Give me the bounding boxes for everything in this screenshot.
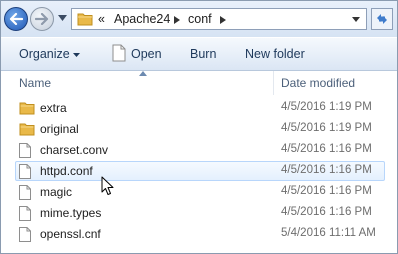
- open-document-icon: [112, 44, 126, 62]
- list-item[interactable]: magic 4/5/2016 1:16 PM: [1, 182, 397, 203]
- file-name: extra: [40, 101, 67, 115]
- file-name: magic: [40, 185, 73, 199]
- column-header: Name Date modified: [1, 71, 397, 95]
- breadcrumb-overflow[interactable]: «: [98, 12, 105, 26]
- file-name: openssl.cnf: [40, 227, 101, 241]
- list-item[interactable]: original 4/5/2016 1:19 PM: [1, 119, 397, 140]
- organize-button[interactable]: Organize: [19, 47, 70, 61]
- list-item[interactable]: charset.conv 4/5/2016 1:16 PM: [1, 140, 397, 161]
- refresh-button[interactable]: [371, 8, 393, 30]
- navigation-bar: « Apache24 conf: [1, 1, 397, 37]
- document-icon: [19, 143, 31, 158]
- address-dropdown-icon[interactable]: [352, 17, 360, 22]
- file-name: httpd.conf: [40, 164, 93, 178]
- explorer-window: « Apache24 conf Organize Open Burn New f…: [0, 0, 398, 254]
- column-divider[interactable]: [273, 71, 274, 95]
- file-date: 4/5/2016 1:19 PM: [281, 101, 372, 113]
- file-name: charset.conv: [40, 143, 109, 157]
- back-button[interactable]: [4, 7, 28, 31]
- document-icon: [19, 227, 31, 242]
- mouse-cursor-icon: [101, 176, 114, 195]
- history-dropdown-icon[interactable]: [58, 15, 67, 21]
- burn-button[interactable]: Burn: [190, 47, 216, 61]
- date-modified-column-header[interactable]: Date modified: [281, 76, 355, 90]
- list-item[interactable]: mime.types 4/5/2016 1:16 PM: [1, 203, 397, 224]
- file-name: original: [40, 122, 79, 136]
- file-name: mime.types: [40, 206, 102, 220]
- list-item[interactable]: openssl.cnf 5/4/2016 11:11 AM: [1, 224, 397, 245]
- file-date: 4/5/2016 1:16 PM: [281, 185, 372, 197]
- file-date: 4/5/2016 1:16 PM: [281, 206, 372, 218]
- document-icon: [19, 185, 31, 200]
- refresh-icon: [377, 14, 387, 24]
- open-button[interactable]: Open: [131, 47, 162, 61]
- file-list: extra 4/5/2016 1:19 PM original 4/5/2016…: [1, 98, 397, 245]
- back-arrow-icon: [9, 13, 23, 25]
- document-icon: [19, 164, 31, 179]
- document-icon: [19, 206, 31, 221]
- folder-icon: [19, 123, 35, 136]
- new-folder-button[interactable]: New folder: [245, 47, 305, 61]
- file-date: 4/5/2016 1:19 PM: [281, 122, 372, 134]
- breadcrumb-separator-icon[interactable]: [220, 16, 226, 24]
- folder-icon: [77, 13, 93, 26]
- name-column-header[interactable]: Name: [19, 76, 51, 90]
- file-date: 5/4/2016 11:11 AM: [281, 227, 376, 239]
- list-item-hovered[interactable]: httpd.conf 4/5/2016 1:16 PM: [1, 161, 397, 182]
- breadcrumb-separator-icon[interactable]: [174, 16, 180, 24]
- list-item[interactable]: extra 4/5/2016 1:19 PM: [1, 98, 397, 119]
- folder-icon: [19, 102, 35, 115]
- breadcrumb-conf[interactable]: conf: [188, 12, 212, 26]
- address-bar[interactable]: « Apache24 conf: [71, 8, 367, 30]
- forward-button[interactable]: [30, 7, 54, 31]
- file-date: 4/5/2016 1:16 PM: [281, 143, 372, 155]
- breadcrumb-apache24[interactable]: Apache24: [114, 12, 170, 26]
- file-date: 4/5/2016 1:16 PM: [281, 164, 372, 176]
- forward-arrow-icon: [35, 13, 49, 25]
- organize-dropdown-icon[interactable]: [73, 53, 80, 57]
- command-toolbar: Organize Open Burn New folder: [1, 38, 397, 71]
- sort-ascending-icon: [139, 71, 147, 76]
